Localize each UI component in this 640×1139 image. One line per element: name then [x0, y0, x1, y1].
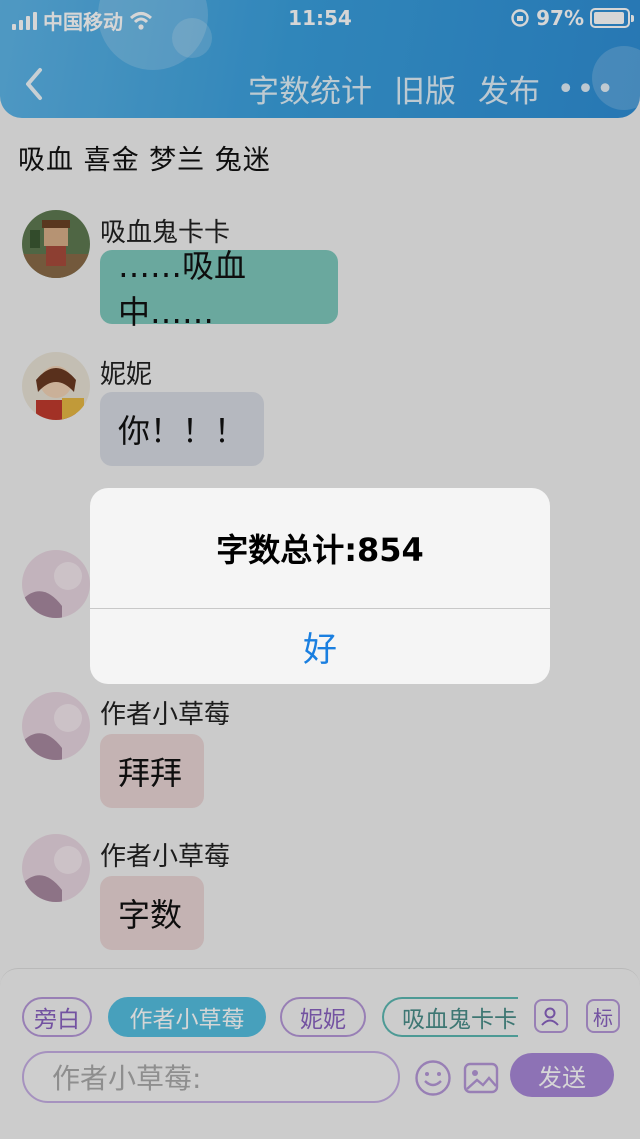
alert-title: 字数总计:854	[216, 531, 424, 569]
alert-ok-button[interactable]: 好	[90, 609, 550, 684]
alert-dialog: 字数总计:854 好	[90, 488, 550, 684]
